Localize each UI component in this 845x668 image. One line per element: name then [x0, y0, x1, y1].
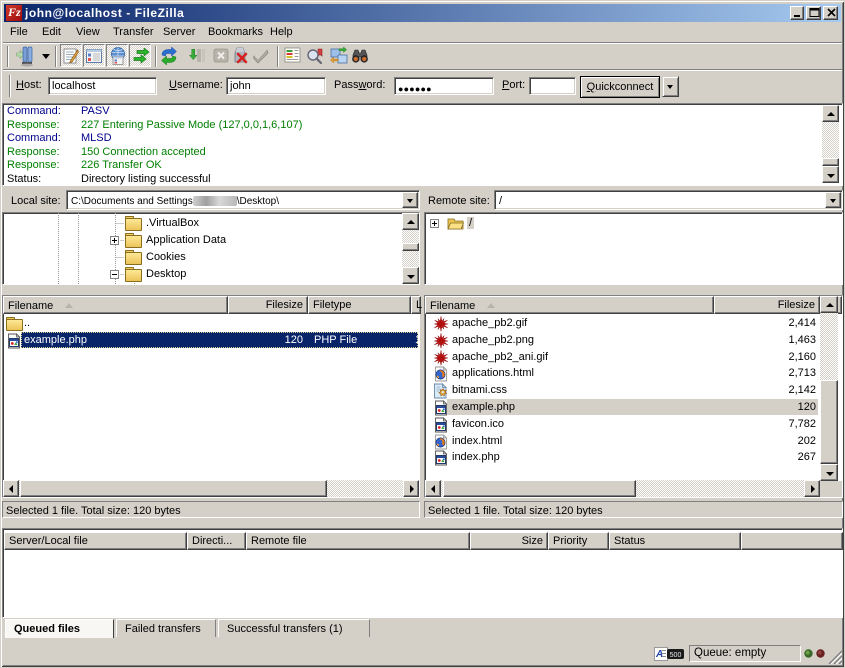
svg-text:500: 500	[670, 652, 682, 659]
